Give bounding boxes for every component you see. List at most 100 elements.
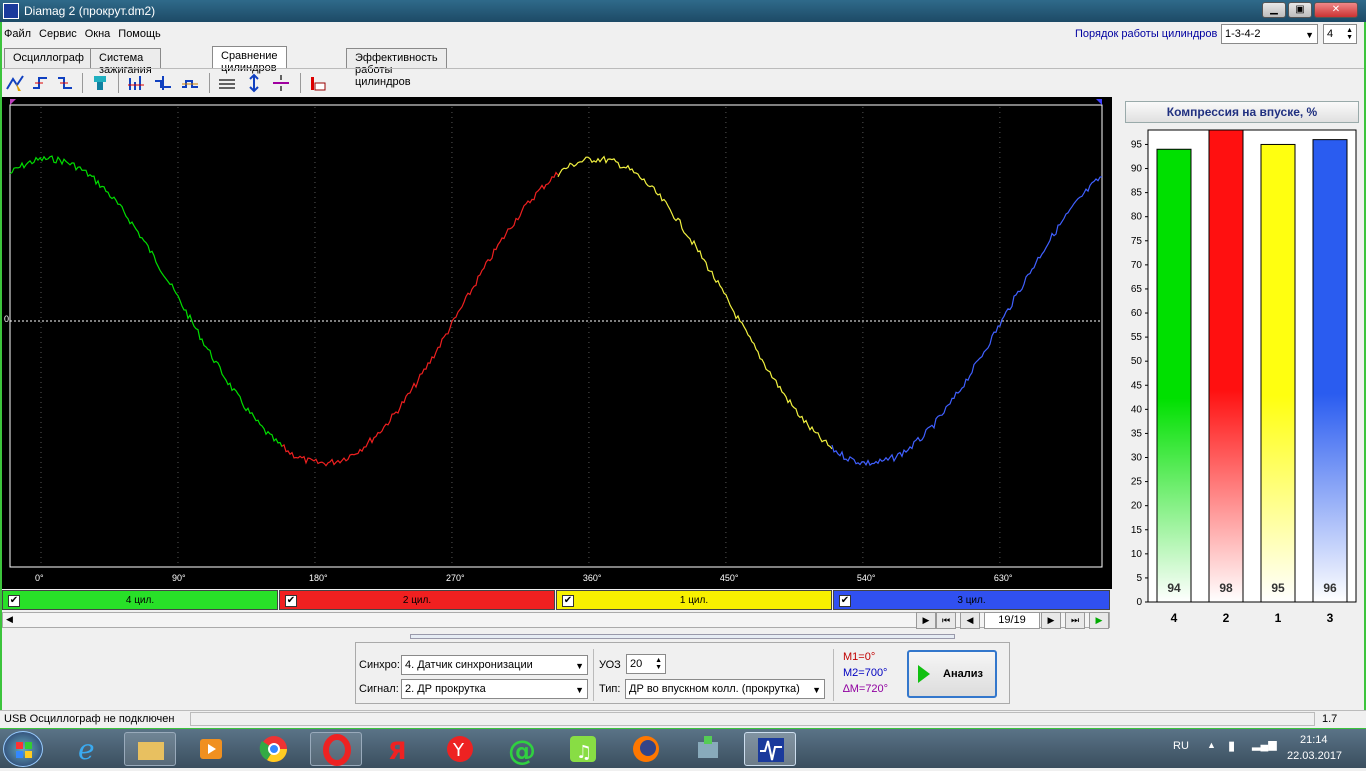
scroll-right-icon[interactable]: ▶ bbox=[916, 612, 936, 629]
bar-value-label: 95 bbox=[1271, 581, 1285, 595]
music-icon[interactable]: ♫ bbox=[558, 732, 610, 766]
panel-separator bbox=[833, 649, 834, 701]
media-player-icon[interactable] bbox=[186, 732, 238, 766]
angle-axis: 0° 90° 180° 270° 360° 450° 540° 630° bbox=[2, 571, 1112, 589]
prev-page-icon[interactable]: ◀ bbox=[960, 612, 980, 629]
cylinder-channel-3[interactable]: ✔ 3 цил. bbox=[833, 590, 1110, 610]
y-tick-label: 20 bbox=[1131, 501, 1143, 512]
chart-title: Компрессия на впуске, % bbox=[1125, 101, 1359, 123]
status-text: USB Осциллограф не подключен bbox=[4, 713, 175, 725]
play-icon[interactable]: ▶ bbox=[1089, 612, 1109, 629]
y-tick-label: 90 bbox=[1131, 164, 1143, 175]
firefox-icon[interactable] bbox=[620, 732, 672, 766]
cylinder-channel-4[interactable]: ✔ 4 цил. bbox=[2, 590, 278, 610]
menu-file[interactable]: Файл bbox=[2, 26, 33, 42]
analyze-button[interactable]: Анализ bbox=[907, 650, 997, 698]
signal-select[interactable]: 2. ДР прокрутка ▼ bbox=[401, 679, 588, 699]
type-select[interactable]: ДР во впускном колл. (прокрутка) ▼ bbox=[625, 679, 825, 699]
checkbox-icon[interactable]: ✔ bbox=[839, 595, 851, 607]
bar-report-icon[interactable] bbox=[308, 73, 328, 93]
angle-tick-label: 630° bbox=[993, 573, 1013, 583]
status-version: 1.7 bbox=[1322, 713, 1338, 725]
checkbox-icon[interactable]: ✔ bbox=[285, 595, 297, 607]
bar-value-label: 98 bbox=[1219, 581, 1233, 595]
type-label: Тип: bbox=[599, 683, 621, 695]
battery-icon[interactable]: ▮ bbox=[1228, 738, 1235, 754]
diamag-icon[interactable] bbox=[744, 732, 796, 766]
explorer-icon[interactable] bbox=[124, 732, 176, 766]
status-bar: USB Осциллограф не подключен 1.7 bbox=[0, 710, 1366, 728]
split-signal-icon[interactable] bbox=[153, 73, 173, 93]
tool-app-icon[interactable] bbox=[682, 732, 734, 766]
yandex-browser-icon[interactable]: Я bbox=[372, 732, 424, 766]
signal-icon[interactable]: ▂▄▆ bbox=[1252, 738, 1277, 751]
bar-category-label: 3 bbox=[1327, 611, 1334, 625]
analyze-label: Анализ bbox=[943, 668, 983, 680]
app-icon bbox=[3, 3, 19, 19]
close-button[interactable]: ✕ bbox=[1314, 2, 1358, 18]
window-title: Diamag 2 (прокрут.dm2) bbox=[24, 4, 156, 18]
vertical-scale-icon[interactable] bbox=[244, 73, 264, 93]
opera-icon[interactable] bbox=[310, 732, 362, 766]
menu-service[interactable]: Сервис bbox=[37, 26, 79, 42]
clock-date[interactable]: 22.03.2017 bbox=[1287, 750, 1342, 762]
minimize-button[interactable]: ▁ bbox=[1262, 2, 1286, 18]
tab-cylinder-efficiency[interactable]: Эффективность работы цилиндров bbox=[346, 48, 447, 88]
angle-tick-label: 360° bbox=[582, 573, 602, 583]
rising-edge-icon[interactable] bbox=[30, 73, 50, 93]
cursor-tool-icon[interactable] bbox=[5, 73, 25, 93]
bar-cylinder-4 bbox=[1156, 148, 1192, 603]
tab-ignition[interactable]: Система зажигания bbox=[90, 48, 161, 76]
maximize-button[interactable]: ▣ bbox=[1288, 2, 1312, 18]
yandex-icon[interactable]: Y bbox=[434, 732, 486, 766]
y-tick-label: 40 bbox=[1131, 404, 1143, 415]
bar-cylinder-3 bbox=[1312, 139, 1348, 603]
clock-time[interactable]: 21:14 bbox=[1300, 734, 1328, 746]
waveform-plot bbox=[9, 99, 1103, 568]
scroll-left-icon[interactable]: ◀ bbox=[6, 614, 13, 625]
bar-category-label: 2 bbox=[1223, 611, 1230, 625]
menu-windows[interactable]: Окна bbox=[83, 26, 113, 42]
marker-delta: ∆M=720° bbox=[843, 683, 889, 695]
status-progress bbox=[190, 712, 1315, 726]
step-signal-icon[interactable] bbox=[180, 73, 200, 93]
bars-markers-icon[interactable] bbox=[126, 73, 146, 93]
y-tick-label: 45 bbox=[1131, 380, 1143, 391]
toolbar bbox=[2, 68, 1364, 96]
chrome-icon[interactable] bbox=[248, 732, 300, 766]
cylinder-count-stepper[interactable]: 4 ▲ ▼ bbox=[1323, 24, 1357, 44]
last-page-icon[interactable]: ⏭ bbox=[1065, 612, 1085, 629]
falling-edge-icon[interactable] bbox=[55, 73, 75, 93]
checkbox-icon[interactable]: ✔ bbox=[562, 595, 574, 607]
start-button[interactable] bbox=[3, 731, 43, 767]
tray-expand-icon[interactable]: ▲ bbox=[1207, 740, 1216, 750]
y-tick-label: 10 bbox=[1131, 549, 1143, 560]
compress-scale-icon[interactable] bbox=[271, 73, 291, 93]
cylinder-channel-label: 4 цил. bbox=[125, 595, 155, 606]
tab-cylinder-compare[interactable]: Сравнение цилиндров bbox=[212, 46, 287, 74]
checkbox-icon[interactable]: ✔ bbox=[8, 595, 20, 607]
language-indicator[interactable]: RU bbox=[1173, 740, 1189, 752]
marker-m2: M2=700° bbox=[843, 667, 888, 679]
cylinder-channel-label: 1 цил. bbox=[679, 595, 709, 606]
sync-select[interactable]: 4. Датчик синхронизации ▼ bbox=[401, 655, 588, 675]
probe-icon[interactable] bbox=[90, 73, 110, 93]
first-page-icon[interactable]: ⏮ bbox=[936, 612, 956, 629]
y-tick-label: 80 bbox=[1131, 212, 1143, 223]
waveform-trace bbox=[281, 171, 559, 467]
uoz-stepper[interactable]: 20 ▲ ▼ bbox=[626, 654, 666, 674]
compression-bar-chart: 0 5 10 15 20 25 30 35 40 45 50 55 60 65 70 75 80 85 90 95 94… bbox=[1131, 129, 1357, 625]
ie-icon[interactable]: e bbox=[62, 732, 114, 766]
cylinder-channel-1[interactable]: ✔ 1 цил. bbox=[556, 590, 832, 610]
next-page-icon[interactable]: ▶ bbox=[1041, 612, 1061, 629]
cylinder-channel-2[interactable]: ✔ 2 цил. bbox=[279, 590, 555, 610]
mail-agent-icon[interactable]: @ bbox=[496, 732, 548, 767]
panel-splitter[interactable] bbox=[410, 634, 955, 639]
horizontal-lines-icon[interactable] bbox=[217, 73, 237, 93]
firing-order-select[interactable]: 1-3-4-2 ▼ bbox=[1221, 24, 1318, 44]
chevron-down-icon: ▼ bbox=[812, 685, 821, 695]
type-value: ДР во впускном колл. (прокрутка) bbox=[629, 683, 800, 695]
tab-oscilloscope[interactable]: Осциллограф bbox=[4, 48, 93, 68]
menu-help[interactable]: Помощь bbox=[116, 26, 163, 42]
oscilloscope-screen[interactable]: 0 bbox=[2, 97, 1112, 571]
